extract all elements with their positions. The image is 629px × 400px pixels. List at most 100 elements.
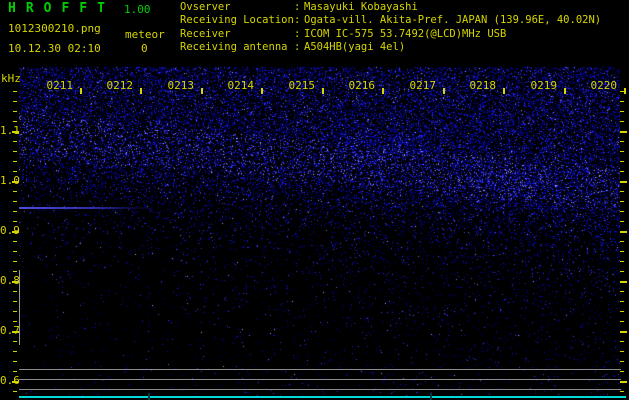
tick-mark [13, 371, 17, 372]
tick-mark [620, 241, 624, 242]
carrier-trace [19, 207, 155, 209]
time-tick-label: 0217 [409, 79, 437, 92]
freq-unit-label: kHz [1, 72, 21, 85]
tick-mark [620, 371, 624, 372]
time-tick-label: 0220 [590, 79, 618, 92]
tick-mark [620, 261, 624, 262]
tick-mark [620, 131, 627, 133]
tick-mark [620, 311, 624, 312]
tick-mark [13, 111, 17, 112]
spectrogram-noise-canvas [19, 66, 620, 396]
info-value: ICOM IC-575 53.7492(@LCD)MHz USB [304, 27, 507, 40]
info-value: A504HB(yagi 4el) [304, 41, 406, 54]
tick-mark [624, 88, 626, 94]
tick-mark [13, 291, 17, 292]
tick-mark [12, 331, 19, 333]
info-label: Receiver [180, 27, 231, 40]
info-separator: : [294, 27, 301, 40]
tick-mark [13, 221, 17, 222]
info-separator: : [294, 1, 301, 13]
tick-mark [13, 301, 17, 302]
tick-mark [443, 88, 445, 94]
tick-mark [620, 281, 627, 283]
info-row-observer: Ovserver: Masayuki Kobayashi [180, 1, 601, 14]
tick-mark [13, 241, 17, 242]
tick-mark [503, 88, 505, 94]
tick-mark [620, 101, 624, 102]
info-value: Masayuki Kobayashi [304, 1, 418, 13]
tick-mark [620, 231, 627, 233]
tick-mark [564, 88, 566, 94]
tick-mark [13, 251, 17, 252]
tick-mark [620, 211, 624, 212]
tick-mark [620, 341, 624, 342]
tick-mark [620, 291, 624, 292]
filename-label: 1012300210.png [8, 22, 101, 35]
tick-mark [201, 88, 203, 94]
hrofft-screen: HROFFT 1.00 1012300210.png meteor 10.12.… [0, 0, 629, 400]
tick-mark [620, 301, 624, 302]
tick-mark [13, 321, 17, 322]
tick-mark [13, 271, 17, 272]
tick-mark [620, 191, 624, 192]
tick-mark [620, 351, 624, 352]
tick-mark [13, 341, 17, 342]
tick-mark [620, 111, 624, 112]
tick-mark [12, 281, 19, 283]
tick-mark [620, 201, 624, 202]
level-scale-bar [19, 270, 20, 345]
tick-mark [13, 151, 17, 152]
tick-mark [13, 171, 17, 172]
time-tick-label: 0215 [288, 79, 316, 92]
time-tick-label: 0216 [348, 79, 376, 92]
tick-mark [620, 161, 624, 162]
observer-info-block: Ovserver: Masayuki Kobayashi Receiving Lo… [180, 1, 601, 55]
tick-mark [12, 181, 19, 183]
tick-mark [12, 131, 19, 133]
tick-mark [140, 88, 142, 94]
info-row-antenna: Receiving antenna: A504HB(yagi 4el) [180, 41, 601, 54]
time-tick-label: 0219 [530, 79, 558, 92]
tick-mark [12, 381, 19, 383]
datetime-label: 10.12.30 02:10 [8, 42, 101, 55]
time-tick-label: 0218 [469, 79, 497, 92]
tick-mark [620, 321, 624, 322]
tick-mark [620, 271, 624, 272]
info-separator: : [294, 41, 301, 54]
tick-mark [13, 201, 17, 202]
tick-mark [620, 121, 624, 122]
tick-mark [620, 251, 624, 252]
tick-mark [620, 151, 624, 152]
tick-mark [13, 101, 17, 102]
tick-mark [620, 381, 627, 383]
noise-floor-baseline [19, 396, 626, 398]
tick-mark [80, 88, 82, 94]
tick-mark [620, 171, 624, 172]
tick-mark [620, 181, 627, 183]
app-title: HROFFT [8, 1, 115, 16]
time-tick-label: 0211 [46, 79, 74, 92]
baseline-notch [148, 393, 150, 400]
tick-mark [620, 141, 624, 142]
time-tick-label: 0212 [106, 79, 134, 92]
tick-mark [13, 211, 17, 212]
info-row-location: Receiving Location: Ogata-vill. Akita-Pre… [180, 14, 601, 27]
tick-mark [13, 261, 17, 262]
info-separator: : [294, 14, 301, 27]
info-row-receiver: Receiver: ICOM IC-575 53.7492(@LCD)MHz US… [180, 28, 601, 41]
meteor-count: 0 [141, 42, 148, 55]
level-grid-line [19, 369, 621, 370]
tick-mark [13, 311, 17, 312]
tick-mark [322, 88, 324, 94]
baseline-notch [430, 393, 432, 400]
tick-mark [13, 361, 17, 362]
info-value: Ogata-vill. Akita-Pref. JAPAN (139.96E, … [304, 14, 602, 27]
time-tick-label: 0213 [167, 79, 195, 92]
mode-label: meteor [125, 28, 165, 41]
tick-mark [13, 141, 17, 142]
time-tick-label: 0214 [227, 79, 255, 92]
tick-mark [13, 91, 17, 92]
version-label: 1.00 [124, 3, 151, 16]
tick-mark [13, 161, 17, 162]
info-label: Receiving antenna [180, 41, 288, 54]
